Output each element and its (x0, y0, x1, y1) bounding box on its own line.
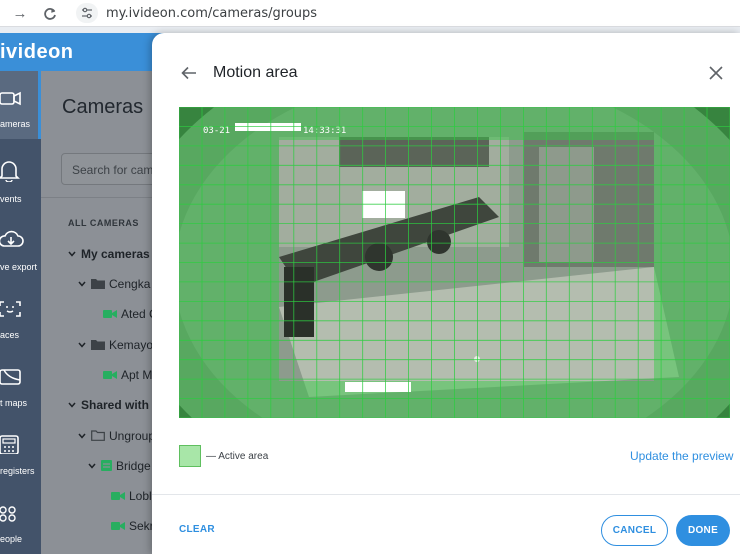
browser-toolbar: → my.ivideon.com/cameras/groups (0, 0, 740, 27)
rail-item-cash-registers[interactable]: registers (0, 418, 41, 486)
camera-icon (103, 308, 117, 322)
redaction-block (235, 123, 301, 131)
tree-item-camera[interactable]: Ated C (103, 307, 158, 322)
page-title: Cameras (62, 96, 144, 118)
tree-item-label: My cameras (81, 247, 150, 261)
rail-item-heat-maps[interactable]: t maps (0, 350, 41, 418)
rail-item-label: ameras (0, 119, 31, 129)
chevron-down-icon[interactable] (67, 399, 77, 413)
rail-item-label: registers (0, 466, 35, 476)
clear-button[interactable]: CLEAR (179, 524, 215, 535)
left-nav-rail: ameras vents ve export aces t maps regis… (0, 71, 41, 554)
site-info-icon[interactable] (76, 3, 98, 23)
tree-item-label: Sekr (129, 519, 154, 533)
camera-icon (103, 369, 117, 383)
cloud-download-icon (0, 230, 24, 247)
done-button[interactable]: DONE (676, 515, 730, 546)
forward-arrow-icon[interactable]: → (10, 4, 30, 24)
tree-item-camera[interactable]: Sekr (111, 519, 154, 534)
cancel-button[interactable]: CANCEL (601, 515, 668, 546)
tree-item-label: Ungroup (109, 429, 156, 443)
dialog-title: Motion area (213, 64, 298, 81)
face-scan-icon (0, 301, 21, 317)
folder-icon (91, 339, 105, 353)
rail-item-label: ve export (0, 262, 38, 272)
app-logo[interactable]: ivideon (0, 41, 74, 64)
tree-item-shared[interactable]: Shared with r (67, 398, 157, 413)
rail-item-events[interactable]: vents (0, 146, 41, 214)
chevron-down-icon[interactable] (77, 278, 87, 292)
tree-item-label: Cengka (109, 277, 151, 291)
divider (152, 494, 740, 495)
tree-item-label: Lobl (129, 489, 152, 503)
camera-icon (0, 91, 21, 106)
chevron-down-icon[interactable] (77, 339, 87, 353)
register-icon (0, 435, 19, 454)
rail-item-people[interactable]: eople (0, 486, 41, 554)
rail-item-cameras[interactable]: ameras (0, 71, 41, 139)
tree-item-label: Bridge (116, 459, 151, 473)
rail-item-archive-export[interactable]: ve export (0, 214, 41, 282)
tree-item-label: Shared with r (81, 398, 158, 412)
chevron-down-icon[interactable] (67, 248, 77, 262)
tree-item-camera[interactable]: Lobl (111, 489, 152, 504)
active-area-legend: — Active area (206, 451, 269, 462)
close-icon[interactable] (708, 65, 724, 81)
tree-item-bridge[interactable]: Bridge (87, 459, 151, 474)
rail-item-label: aces (0, 330, 20, 340)
address-bar-url[interactable]: my.ivideon.com/cameras/groups (106, 6, 317, 21)
active-area-swatch (179, 445, 201, 467)
all-cameras-heading: ALL CAMERAS (68, 218, 139, 228)
rail-item-label: vents (0, 194, 22, 204)
tree-item-group[interactable]: Kemayo (77, 338, 153, 353)
search-placeholder: Search for came (72, 163, 161, 177)
camera-icon (111, 520, 125, 534)
chevron-down-icon[interactable] (87, 460, 97, 474)
bell-icon (0, 161, 20, 182)
rail-item-faces[interactable]: aces (0, 282, 41, 350)
bridge-icon (101, 459, 112, 474)
motion-area-grid[interactable]: 03-21 14:33:31 (179, 107, 730, 418)
people-icon (0, 506, 16, 522)
tree-item-my-cameras[interactable]: My cameras (67, 247, 150, 262)
update-preview-link[interactable]: Update the preview (630, 449, 733, 463)
chevron-down-icon[interactable] (77, 430, 87, 444)
folder-outline-icon (91, 430, 105, 444)
folder-icon (91, 278, 105, 292)
map-icon (0, 369, 21, 385)
osd-date: 03-21 (203, 126, 230, 136)
tree-item-label: Apt M (121, 368, 153, 382)
tree-item-group[interactable]: Cengka (77, 277, 150, 292)
reload-icon[interactable] (40, 4, 60, 24)
tree-item-camera[interactable]: Apt M (103, 368, 152, 383)
back-arrow-icon[interactable] (180, 64, 198, 82)
tree-item-group[interactable]: Ungroup (77, 429, 155, 444)
redaction-block (345, 382, 411, 392)
camera-preview-frame: 03-21 14:33:31 (179, 107, 730, 418)
camera-icon (111, 490, 125, 504)
rail-item-label: eople (0, 534, 23, 544)
rail-item-label: t maps (0, 398, 28, 408)
divider (41, 197, 161, 198)
tree-item-label: Kemayo (109, 338, 154, 352)
